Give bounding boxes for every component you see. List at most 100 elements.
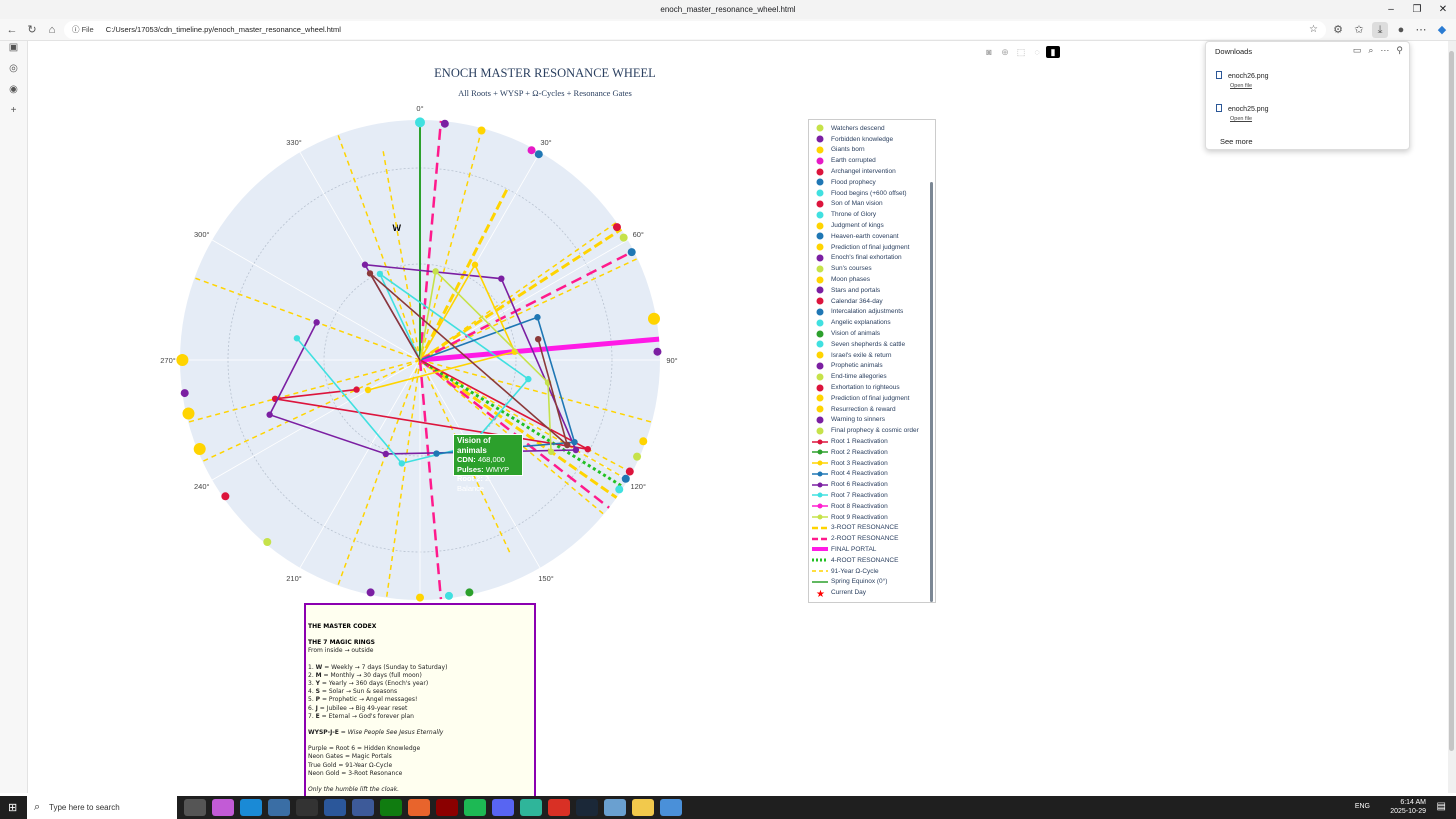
- legend-item[interactable]: FINAL PORTAL: [809, 544, 929, 555]
- legend-item[interactable]: 3-ROOT RESONANCE: [809, 522, 929, 533]
- app-icon[interactable]: [660, 799, 682, 816]
- more-options-icon[interactable]: ⋯: [1380, 45, 1389, 56]
- language-indicator[interactable]: ENG: [1355, 802, 1370, 811]
- plotly-logo-icon[interactable]: ▮: [1046, 46, 1060, 58]
- edge-icon[interactable]: [240, 799, 262, 816]
- xbox-icon[interactable]: [380, 799, 402, 816]
- legend-item[interactable]: 4-ROOT RESONANCE: [809, 555, 929, 566]
- favorites-icon[interactable]: ✩: [1351, 22, 1367, 38]
- download-item[interactable]: enoch26.png Open file: [1216, 71, 1268, 89]
- legend-item[interactable]: Enoch's final exhortation: [809, 253, 929, 264]
- app-icon[interactable]: [296, 799, 318, 816]
- legend-item[interactable]: Moon phases: [809, 274, 929, 285]
- app-icon[interactable]: [520, 799, 542, 816]
- address-bar[interactable]: ⓘ File C:/Users/17053/cdn_timeline.py/en…: [64, 21, 1326, 39]
- discord-icon[interactable]: [492, 799, 514, 816]
- taskbar-search-input[interactable]: Type here to search: [27, 796, 177, 819]
- legend-item[interactable]: Sun's courses: [809, 263, 929, 274]
- legend-item[interactable]: Israel's exile & return: [809, 350, 929, 361]
- steam-icon[interactable]: [576, 799, 598, 816]
- legend-item[interactable]: 2-ROOT RESONANCE: [809, 533, 929, 544]
- legend-item[interactable]: Seven shepherds & cattle: [809, 339, 929, 350]
- legend-item[interactable]: Root 2 Reactivation: [809, 447, 929, 458]
- polar-chart[interactable]: 0°30°60°90°120°150°210°240°270°300°330°W: [150, 100, 690, 610]
- app-icon[interactable]: [408, 799, 430, 816]
- legend-item[interactable]: Son of Man vision: [809, 199, 929, 210]
- home-icon[interactable]: ⌂: [44, 22, 60, 38]
- restore-icon[interactable]: ❐: [1404, 0, 1430, 19]
- legend-item[interactable]: End-time allegories: [809, 371, 929, 382]
- pin-icon[interactable]: ⚲: [1396, 45, 1403, 56]
- legend-item[interactable]: Root 3 Reactivation: [809, 458, 929, 469]
- legend-item[interactable]: Archangel intervention: [809, 166, 929, 177]
- back-icon[interactable]: ←: [4, 22, 20, 38]
- app-icon[interactable]: [352, 799, 374, 816]
- legend-item[interactable]: Root 8 Reactivation: [809, 501, 929, 512]
- legend-item[interactable]: Flood prophecy: [809, 177, 929, 188]
- legend-item[interactable]: Root 6 Reactivation: [809, 479, 929, 490]
- windows-start-icon[interactable]: ⊞: [8, 801, 17, 814]
- legend-item[interactable]: Root 9 Reactivation: [809, 512, 929, 523]
- lasso-icon[interactable]: ◌: [1030, 46, 1044, 58]
- legend-item[interactable]: Giants born: [809, 145, 929, 156]
- legend-item[interactable]: Earth corrupted: [809, 155, 929, 166]
- file-explorer-icon[interactable]: [632, 799, 654, 816]
- legend-item[interactable]: Flood begins (+600 offset): [809, 188, 929, 199]
- info-icon[interactable]: ⓘ: [72, 25, 80, 34]
- zoom-icon[interactable]: ⊕: [998, 46, 1012, 58]
- spotify-icon[interactable]: [464, 799, 486, 816]
- legend-item[interactable]: Root 4 Reactivation: [809, 469, 929, 480]
- legend-item[interactable]: Watchers descend: [809, 123, 929, 134]
- camera-icon[interactable]: ◙: [982, 46, 996, 58]
- legend-item[interactable]: ★ Current Day: [809, 587, 929, 598]
- app-icon[interactable]: [604, 799, 626, 816]
- legend-item[interactable]: 91-Year Ω-Cycle: [809, 566, 929, 577]
- legend-item[interactable]: Angelic explanations: [809, 317, 929, 328]
- legend-item[interactable]: Vision of animals: [809, 328, 929, 339]
- legend-item[interactable]: Heaven-earth covenant: [809, 231, 929, 242]
- system-tray[interactable]: ENG 6:14 AM 2025-10-29: [1355, 798, 1426, 816]
- app-icon[interactable]: [436, 799, 458, 816]
- chart-legend[interactable]: Watchers descend Forbidden knowledge Giant…: [808, 119, 936, 603]
- legend-item[interactable]: Final prophecy & cosmic order: [809, 425, 929, 436]
- globe-tab-active-icon[interactable]: ◉: [0, 84, 27, 104]
- box-select-icon[interactable]: ⬚: [1014, 46, 1028, 58]
- legend-item[interactable]: Forbidden knowledge: [809, 134, 929, 145]
- legend-item[interactable]: Intercalation adjustments: [809, 307, 929, 318]
- see-more-link[interactable]: See more: [1220, 137, 1253, 146]
- favorite-star-icon[interactable]: ☆: [1309, 21, 1318, 39]
- refresh-icon[interactable]: ↻: [24, 22, 40, 38]
- legend-item[interactable]: Warning to sinners: [809, 415, 929, 426]
- legend-item[interactable]: Resurrection & reward: [809, 404, 929, 415]
- legend-scrollbar[interactable]: [930, 182, 933, 602]
- legend-item[interactable]: Spring Equinox (0°): [809, 576, 929, 587]
- more-menu-icon[interactable]: ⋯: [1413, 22, 1429, 38]
- copilot-app-icon[interactable]: [212, 799, 234, 816]
- legend-item[interactable]: Throne of Glory: [809, 209, 929, 220]
- legend-item[interactable]: Prophetic animals: [809, 361, 929, 372]
- globe-tab-icon[interactable]: ◎: [0, 63, 27, 83]
- notification-icon[interactable]: ▤: [1437, 801, 1446, 812]
- widget-icon[interactable]: [184, 799, 206, 816]
- page-scrollbar[interactable]: [1448, 41, 1456, 793]
- legend-item[interactable]: Prediction of final judgment: [809, 242, 929, 253]
- close-icon[interactable]: ✕: [1430, 0, 1456, 19]
- word-icon[interactable]: [324, 799, 346, 816]
- download-item[interactable]: enoch25.png Open file: [1216, 104, 1268, 122]
- extensions-icon[interactable]: ⚙: [1330, 22, 1346, 38]
- open-folder-icon[interactable]: ▭: [1353, 45, 1362, 56]
- legend-item[interactable]: Root 7 Reactivation: [809, 490, 929, 501]
- chrome-icon[interactable]: [548, 799, 570, 816]
- profile-avatar[interactable]: ●: [1393, 22, 1409, 38]
- copilot-icon[interactable]: ◆: [1434, 22, 1450, 38]
- legend-item[interactable]: Root 1 Reactivation: [809, 436, 929, 447]
- downloads-icon[interactable]: ⤓: [1372, 22, 1388, 38]
- open-file-link[interactable]: Open file: [1230, 116, 1268, 122]
- open-file-link[interactable]: Open file: [1230, 83, 1268, 89]
- legend-item[interactable]: Calendar 364-day: [809, 296, 929, 307]
- search-icon[interactable]: ⌕: [1368, 45, 1373, 56]
- new-tab-icon[interactable]: +: [0, 105, 27, 125]
- legend-item[interactable]: Prediction of final judgment: [809, 393, 929, 404]
- legend-item[interactable]: Judgment of kings: [809, 220, 929, 231]
- minimize-icon[interactable]: –: [1378, 0, 1404, 19]
